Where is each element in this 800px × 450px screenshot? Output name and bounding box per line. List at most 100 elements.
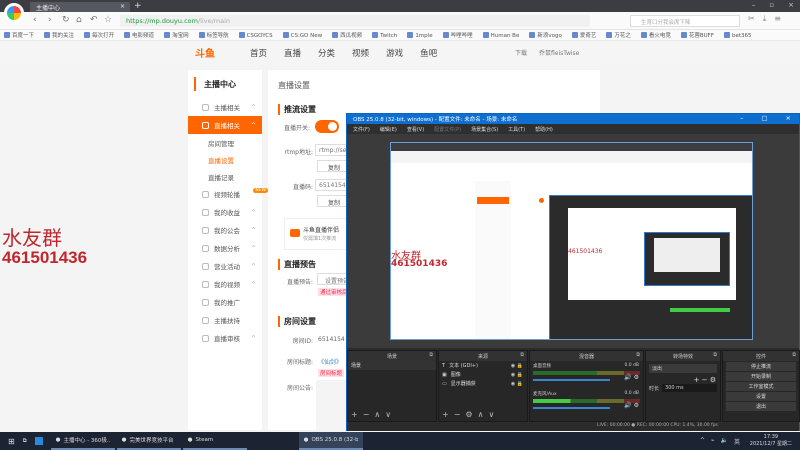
user-menu[interactable]: 乔鼠fleisTwise xyxy=(539,48,579,57)
sidebar-item[interactable]: 直播相关 ^ xyxy=(188,116,262,134)
back-icon[interactable]: ‹ xyxy=(33,15,37,25)
add-transition-icon[interactable]: + xyxy=(694,376,700,384)
sidebar-item[interactable]: 房间管理 xyxy=(188,134,262,151)
new-tab-button[interactable]: + xyxy=(134,1,142,11)
cut-icon[interactable]: ✂ xyxy=(748,14,755,24)
sidebar-item[interactable]: 我的收益 ^ xyxy=(188,203,262,221)
speaker-gear-icons[interactable]: 🔊 ⚙ xyxy=(624,374,639,381)
source-item[interactable]: ▣ 图像 ◉ 🔒 xyxy=(439,370,527,379)
obs-menu-item[interactable]: 配置文件(P) xyxy=(434,126,461,133)
obs-menu-item[interactable]: 查看(V) xyxy=(407,126,424,133)
bookmark-item[interactable]: 我的关注 xyxy=(44,31,74,39)
undo-icon[interactable]: ↶ xyxy=(90,15,98,25)
control-button[interactable]: 工作室模式 xyxy=(726,382,796,391)
room-title-value[interactable]: 《仙剑》 xyxy=(318,357,342,366)
clock[interactable]: 17:39 2021/12/7 星期二 xyxy=(750,434,792,448)
browser-tab[interactable]: 主播中心 × xyxy=(30,2,130,12)
bookmark-item[interactable]: 1mple xyxy=(407,31,433,39)
menu-icon[interactable]: ≡ xyxy=(774,14,781,24)
sidebar-item[interactable]: 直播审核 ^ xyxy=(188,329,262,347)
visibility-lock-icon[interactable]: ◉ 🔒 xyxy=(511,372,523,378)
close-tab-icon[interactable]: × xyxy=(120,3,125,10)
sidebar-item[interactable]: 直播设置 xyxy=(188,151,262,168)
sidebar-item[interactable]: 我的视频 ^ xyxy=(188,275,262,293)
source-item[interactable]: T 文本 (GDI+) ◉ 🔒 xyxy=(439,361,527,370)
add-scene-icon[interactable]: + xyxy=(351,410,358,419)
sidebar-item[interactable]: 我的公会 ^ xyxy=(188,221,262,239)
chevron-icon[interactable]: ^ xyxy=(251,122,256,129)
visibility-lock-icon[interactable]: ◉ 🔒 xyxy=(511,363,523,369)
taskbar-app[interactable]: ●OBS 25.0.8 (32-bit... xyxy=(298,432,363,450)
visibility-lock-icon[interactable]: ◉ 🔒 xyxy=(511,381,523,387)
volume-icon[interactable]: 🔈 xyxy=(721,437,728,446)
source-item[interactable]: ▭ 显示器捕获 ◉ 🔒 xyxy=(439,379,527,388)
tray-up-icon[interactable]: ^ xyxy=(700,437,705,446)
move-down-icon[interactable]: ∨ xyxy=(385,410,391,419)
sidebar-item[interactable]: 视频轮播 NEW xyxy=(188,185,268,203)
bookmark-item[interactable]: 花蓉BUFF xyxy=(680,31,714,39)
sidebar-item[interactable]: 我的推广 xyxy=(188,293,262,311)
bookmark-item[interactable]: 新浪vogo xyxy=(529,31,562,39)
bookmark-item[interactable]: 哔哩哔哩 xyxy=(442,31,473,39)
obs-menu-item[interactable]: 场景集合(S) xyxy=(471,126,498,133)
nav-item[interactable]: 直播 xyxy=(284,47,301,59)
bookmark-item[interactable]: Human Be xyxy=(482,31,519,39)
bookmark-item[interactable]: 西瓜视频 xyxy=(332,31,362,39)
download-icon[interactable]: ⤓ xyxy=(763,14,767,24)
control-button[interactable]: 停止推流 xyxy=(726,362,796,371)
move-up-icon[interactable]: ∧ xyxy=(374,410,380,419)
chevron-icon[interactable]: ^ xyxy=(251,227,256,234)
close-icon[interactable]: × xyxy=(788,1,794,9)
bookmark-item[interactable]: 每次打开 xyxy=(84,31,114,39)
nav-item[interactable]: 分类 xyxy=(318,47,335,59)
transition-settings-icon[interactable]: ⚙ xyxy=(710,376,716,384)
star-icon[interactable]: ☆ xyxy=(104,15,112,25)
sidebar-item[interactable]: 直播记录 xyxy=(188,168,262,185)
nav-item[interactable]: 首页 xyxy=(250,47,267,59)
maximize-icon[interactable]: ▫ xyxy=(769,1,774,9)
nav-item[interactable]: 鱼吧 xyxy=(420,47,437,59)
volume-slider[interactable] xyxy=(533,407,611,409)
chevron-icon[interactable]: ^ xyxy=(251,263,256,270)
move-up-icon[interactable]: ∧ xyxy=(478,410,484,419)
taskbar-app[interactable]: ● 完美世界竞技平台 xyxy=(116,432,181,450)
control-button[interactable]: 设置 xyxy=(726,392,796,401)
bookmark-item[interactable]: 淘宝网 xyxy=(164,31,189,39)
obs-menu-item[interactable]: 文件(F) xyxy=(353,126,370,133)
sidebar-item[interactable]: 数据分析 ^ xyxy=(188,239,262,257)
chevron-icon[interactable]: ^ xyxy=(251,281,256,288)
add-source-icon[interactable]: + xyxy=(442,410,449,419)
volume-slider[interactable] xyxy=(533,379,611,381)
nav-item[interactable]: 游戏 xyxy=(386,47,403,59)
chevron-icon[interactable]: ^ xyxy=(251,209,256,216)
remove-transition-icon[interactable]: − xyxy=(702,376,708,384)
bookmark-item[interactable]: CS:GO New xyxy=(282,31,322,39)
bookmark-item[interactable]: 万花之 xyxy=(606,31,631,39)
remove-source-icon[interactable]: − xyxy=(454,410,461,419)
home-icon[interactable]: ⌂ xyxy=(76,15,82,25)
minimize-icon[interactable]: – xyxy=(752,1,756,9)
scene-item[interactable]: 场景 xyxy=(348,361,436,370)
sidebar-item[interactable]: 营业活动 ^ xyxy=(188,257,262,275)
transition-select[interactable]: 淡出 xyxy=(649,364,717,373)
source-settings-icon[interactable]: ⚙ xyxy=(465,410,472,419)
bookmark-item[interactable]: Twitch xyxy=(372,31,397,39)
download-link[interactable]: 下载 xyxy=(515,48,527,57)
obs-maximize-icon[interactable]: ▢ xyxy=(761,114,767,122)
obs-close-icon[interactable]: × xyxy=(786,114,791,122)
reload-icon[interactable]: ↻ xyxy=(62,15,70,25)
sidebar-item[interactable]: 主播扶持 xyxy=(188,311,262,329)
forward-icon[interactable]: › xyxy=(48,15,52,25)
task-view-icon[interactable]: ⧉ xyxy=(23,438,27,445)
bookmark-item[interactable]: 爱奇艺 xyxy=(571,31,596,39)
store-icon[interactable] xyxy=(34,437,43,445)
ime-icon[interactable]: 英 xyxy=(734,437,740,446)
chevron-icon[interactable]: ^ xyxy=(251,245,256,252)
bookmark-item[interactable]: 百度一下 xyxy=(4,31,34,39)
chevron-icon[interactable]: ^ xyxy=(251,335,256,342)
chevron-icon[interactable]: ^ xyxy=(251,104,256,111)
obs-preview-canvas[interactable]: 水友群 461501436 461501436 xyxy=(390,142,753,340)
sidebar-item[interactable]: 主播相关 ^ xyxy=(188,98,262,116)
network-icon[interactable]: ⌁ xyxy=(711,437,715,446)
bookmark-item[interactable]: CSGOYCS xyxy=(238,31,273,39)
